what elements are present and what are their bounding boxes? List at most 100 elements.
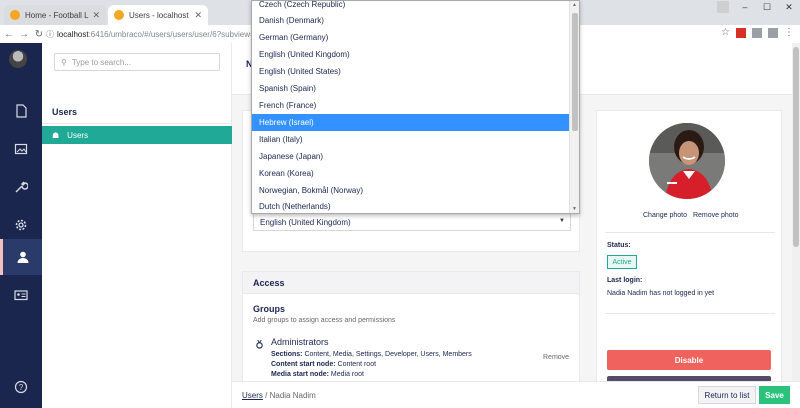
current-user-avatar[interactable]: [9, 50, 27, 68]
forward-icon[interactable]: →: [18, 29, 30, 40]
section-developer[interactable]: [0, 207, 42, 243]
address-bar[interactable]: ⓘ localhost:6416/umbraco/#/users/users/u…: [46, 26, 263, 42]
card-divider: [605, 232, 775, 233]
groups-title: Groups: [253, 304, 286, 314]
tab-close-icon[interactable]: ✕: [92, 10, 100, 21]
language-option[interactable]: German (Germany): [252, 29, 570, 46]
help-icon: ?: [14, 380, 28, 394]
content-start-label: Content start node:: [271, 361, 336, 368]
breadcrumb: Users / Nadia Nadim: [242, 391, 316, 400]
browser-tab-users[interactable]: Users - localhost ✕: [108, 5, 208, 25]
star-icon[interactable]: ☆: [721, 28, 730, 38]
media-start-label: Media start node:: [271, 371, 329, 378]
back-icon[interactable]: ←: [3, 29, 15, 40]
group-name: Administrators: [271, 337, 329, 347]
last-login-label: Last login:: [607, 277, 643, 284]
close-window-icon[interactable]: ✕: [778, 0, 800, 14]
page-scrollbar[interactable]: [792, 43, 800, 383]
remove-photo-link[interactable]: Remove photo: [693, 212, 739, 219]
sections-value: Content, Media, Settings, Developer, Use…: [304, 351, 472, 358]
language-option[interactable]: French (France): [252, 97, 570, 114]
search-icon: ⚲: [61, 57, 67, 67]
photo-actions: Change photo Remove photo: [643, 212, 739, 219]
menu-icon[interactable]: ⋮: [784, 28, 794, 38]
info-icon: ⓘ: [46, 29, 54, 39]
language-select[interactable]: English (United Kingdom) ▼: [253, 213, 571, 231]
maximize-icon[interactable]: ☐: [756, 0, 778, 14]
tab-title: Users - localhost: [129, 10, 189, 20]
dropdown-scrollbar-thumb[interactable]: [572, 13, 578, 131]
status-badge: Active: [607, 255, 637, 269]
svg-text:?: ?: [19, 383, 24, 392]
tree-title: Users: [52, 107, 78, 117]
breadcrumb-users-link[interactable]: Users: [242, 391, 263, 400]
medal-icon: [256, 340, 263, 349]
remove-group-button[interactable]: Remove: [543, 354, 569, 361]
dropdown-scrollbar[interactable]: ▲ ▼: [569, 1, 579, 213]
browser-tab-home[interactable]: Home - Football Legends ✕: [4, 5, 106, 25]
help-button[interactable]: ?: [0, 369, 42, 405]
language-option[interactable]: Danish (Denmark): [252, 12, 570, 29]
breadcrumb-current: Nadia Nadim: [269, 391, 316, 400]
editor-footer: Users / Nadia Nadim Return to list Save: [232, 381, 800, 408]
save-button[interactable]: Save: [759, 386, 790, 404]
gear-icon: [15, 219, 27, 231]
minimize-icon[interactable]: –: [734, 0, 756, 14]
section-users[interactable]: [0, 239, 42, 275]
language-option-highlighted[interactable]: Hebrew (Israel): [252, 114, 570, 131]
tab-title: Home - Football Legends: [25, 10, 89, 20]
users-icon: ☗: [52, 130, 60, 140]
search-placeholder: Type to search...: [71, 57, 131, 67]
language-dropdown-list: Czech (Czech Republic) Danish (Denmark) …: [251, 0, 580, 214]
user-icon: [17, 251, 28, 263]
extension-red-icon[interactable]: [736, 28, 746, 38]
extension-gray-icon[interactable]: [752, 28, 762, 38]
content-start-value: Content root: [337, 361, 377, 368]
section-media[interactable]: [0, 131, 42, 167]
scroll-up-icon[interactable]: ▲: [572, 2, 577, 8]
sections-sidebar: ?: [0, 43, 42, 408]
image-icon: [14, 143, 28, 155]
id-card-icon: [14, 290, 28, 301]
section-members[interactable]: [0, 277, 42, 313]
card-divider: [605, 313, 775, 314]
language-option[interactable]: English (United Kingdom): [252, 46, 570, 63]
language-option[interactable]: Italian (Italy): [252, 131, 570, 148]
umbraco-favicon-icon: [10, 10, 20, 20]
document-icon: [16, 104, 27, 118]
language-option[interactable]: Japanese (Japan): [252, 148, 570, 165]
tree-panel: ⚲ Type to search... Users ☗ Users: [42, 43, 232, 408]
disable-button[interactable]: Disable: [607, 350, 771, 370]
search-input[interactable]: ⚲ Type to search...: [54, 53, 220, 71]
language-option[interactable]: Norwegian, Bokmål (Norway): [252, 182, 570, 199]
tab-close-icon[interactable]: ✕: [194, 10, 202, 21]
wrench-icon: [15, 181, 28, 193]
status-label: Status:: [607, 242, 631, 249]
change-photo-link[interactable]: Change photo: [643, 212, 687, 219]
access-panel: Access Groups Add groups to assign acces…: [242, 271, 580, 386]
language-option[interactable]: Korean (Korea): [252, 165, 570, 182]
language-select-value: English (United Kingdom): [260, 217, 351, 227]
section-content[interactable]: [0, 93, 42, 129]
language-option[interactable]: Spanish (Spain): [252, 80, 570, 97]
breadcrumb-separator: /: [265, 391, 268, 400]
user-photo-image: [649, 123, 725, 199]
language-option[interactable]: English (United States): [252, 63, 570, 80]
tree-item-label: Users: [67, 130, 89, 140]
extension-arrow-icon[interactable]: [768, 28, 778, 38]
caret-down-icon: ▼: [559, 218, 565, 224]
language-option[interactable]: Dutch (Netherlands): [252, 198, 570, 213]
section-settings[interactable]: [0, 169, 42, 205]
scroll-down-icon[interactable]: ▼: [572, 206, 577, 212]
profile-icon[interactable]: [717, 1, 729, 13]
tree-item-users[interactable]: ☗ Users: [42, 126, 232, 144]
last-login-value: Nadia Nadim has not logged in yet: [607, 290, 715, 297]
return-to-list-button[interactable]: Return to list: [698, 386, 756, 404]
group-media-start: Media start node: Media root: [271, 371, 364, 378]
media-start-value: Media root: [330, 371, 364, 378]
group-sections: Sections: Content, Media, Settings, Deve…: [271, 351, 472, 358]
scrollbar-thumb[interactable]: [793, 47, 799, 247]
reload-icon[interactable]: ↻: [33, 29, 45, 40]
extension-icons: ☆ ⋮: [721, 28, 794, 38]
url-path: :6416/umbraco/#/users/users/user/6?subvi…: [88, 29, 264, 39]
